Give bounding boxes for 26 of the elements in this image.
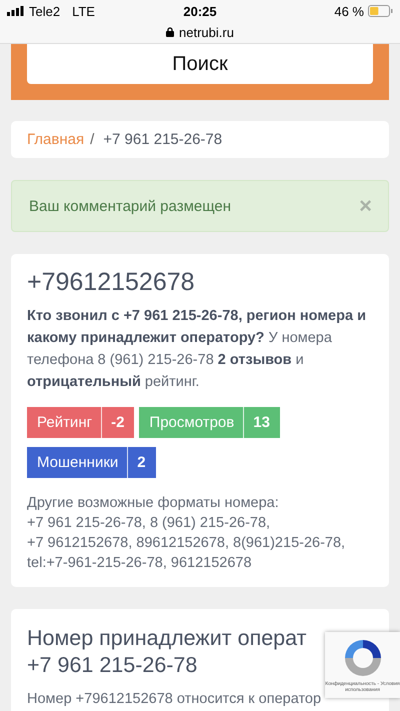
operator-text: Номер +79612152678 относится к оператор — [27, 691, 322, 707]
badge-value: -2 — [110, 414, 126, 431]
search-button[interactable]: Поиск — [27, 44, 373, 84]
badge-value: 2 — [136, 454, 147, 471]
phone-number-title: +79612152678 — [27, 268, 196, 297]
badge-label: Мошенники — [27, 447, 128, 478]
carrier-name: Tele2 — [29, 4, 60, 18]
clock: 20:25 — [183, 4, 217, 18]
number-format-line: +7 961 215-26-78, 8 (961) 215-26-78, — [27, 514, 272, 533]
operator-heading: Номер принадлежит операт +7 961 215-26-78 — [27, 625, 306, 679]
url-text[interactable]: netrubi.ru — [179, 24, 234, 40]
formats-heading: Другие возможные форматы номера: — [27, 494, 280, 513]
badge-value: 13 — [252, 414, 271, 431]
network-type: LTE — [72, 4, 95, 18]
alert-message: Ваш комментарий размещен — [29, 198, 232, 214]
badge-label: Рейтинг — [27, 407, 102, 438]
number-format-line: +7 9612152678, 89612152678, 8(961)215-26-78, — [27, 534, 346, 553]
description-text: Кто звонил с +7 961 215-26-78, регион номера и какому принадлежит оператору? У номера телефона 8 (961) 215-26-78 2 отзывов и отрицательный рейтинг. — [27, 307, 367, 392]
breadcrumb-separator: / — [90, 131, 94, 148]
signal-icon — [7, 6, 25, 16]
badge-label: Просмотров — [139, 407, 244, 438]
battery-icon — [368, 5, 393, 17]
lock-icon — [166, 27, 174, 37]
number-format-line: tel:+7-961-215-26-78, 9612152678 — [27, 554, 253, 573]
breadcrumb-current: +7 961 215-26-78 — [103, 131, 222, 148]
battery-percent: 46 % — [334, 4, 364, 18]
